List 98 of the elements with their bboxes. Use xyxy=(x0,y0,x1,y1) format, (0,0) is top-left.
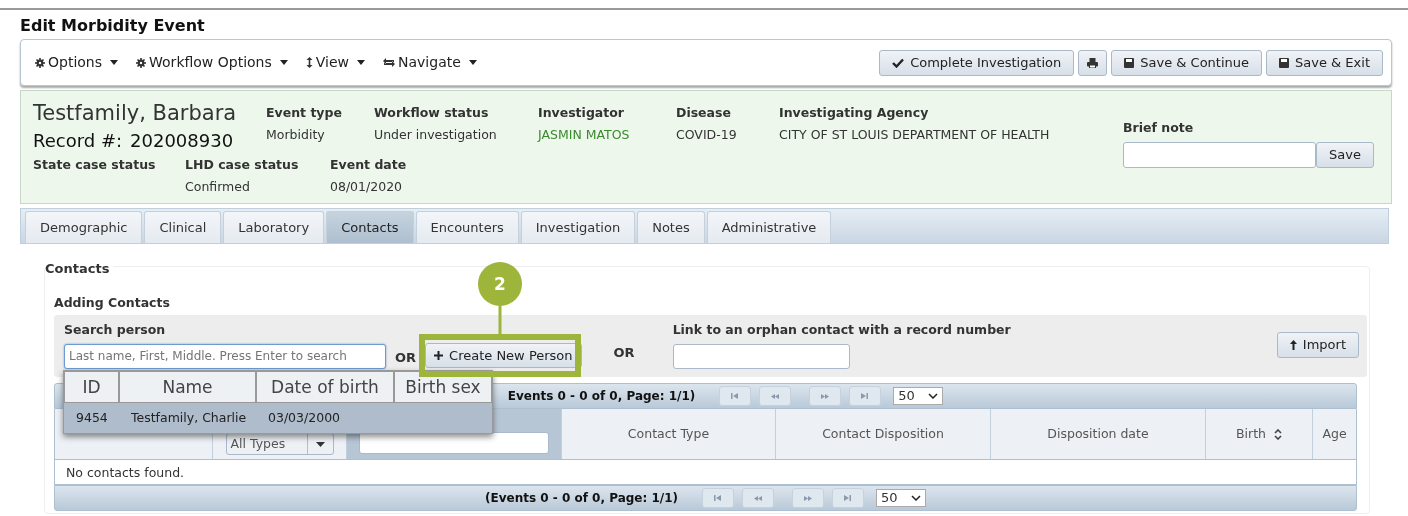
result-cell[interactable]: 03/03/2000 xyxy=(256,403,394,433)
investigator-name: JASMIN MATOS xyxy=(538,125,631,144)
record-number-field[interactable] xyxy=(672,343,850,369)
name-filter-field[interactable] xyxy=(359,432,549,454)
step-number: 2 xyxy=(493,273,507,296)
brief-note-field[interactable] xyxy=(1123,141,1316,168)
column-header: Date of birth xyxy=(256,371,394,403)
previous-page-button[interactable] xyxy=(759,386,792,406)
type-filter-select[interactable]: All Types xyxy=(225,433,334,455)
record-label: Record #: xyxy=(33,129,123,153)
page-size-select[interactable]: 50 xyxy=(876,489,926,507)
record-number: 202008930 xyxy=(130,129,234,153)
result-cell[interactable]: Testfamily, Charlie xyxy=(119,403,256,433)
first-page-icon xyxy=(714,494,722,502)
column-header[interactable]: Birth xyxy=(1206,409,1313,459)
tab[interactable]: Investigation xyxy=(520,211,636,243)
empty-message: No contacts found. xyxy=(66,465,185,480)
menu-button[interactable]: Workflow Options xyxy=(136,52,288,73)
column-header: Contact Type xyxy=(562,409,776,459)
import-button[interactable]: Import xyxy=(1276,332,1359,358)
pager-status: (Events 0 - 0 of 0, Page: 1/1) xyxy=(485,490,678,507)
patient-name: Testfamily, Barbara xyxy=(33,101,238,125)
field-label: Link to an orphan contact with a record number xyxy=(672,321,1011,339)
page-size-select[interactable]: 50 xyxy=(893,387,944,405)
first-page-button[interactable] xyxy=(702,488,734,508)
field-label: Search person xyxy=(64,321,167,339)
tab[interactable]: Clinical xyxy=(144,211,222,243)
field-label: LHD case status xyxy=(185,156,300,174)
tab[interactable]: Demographic xyxy=(25,211,143,243)
subsection-title: Adding Contacts xyxy=(54,295,171,311)
field-value: Confirmed xyxy=(185,177,251,196)
save-icon xyxy=(1279,57,1290,68)
print-icon xyxy=(1087,57,1099,68)
tab[interactable]: Contacts xyxy=(326,211,414,243)
tab[interactable]: Notes xyxy=(637,211,705,243)
previous-page-button[interactable] xyxy=(742,488,774,508)
chevron-down-icon xyxy=(911,495,921,501)
caret-down-icon xyxy=(315,441,325,447)
chevron-down-icon xyxy=(928,393,939,399)
last-page-icon xyxy=(861,392,870,400)
sort-icon xyxy=(1274,428,1282,440)
field-value: 08/01/2020 xyxy=(330,177,404,196)
column-header: Name xyxy=(119,371,256,403)
last-page-button[interactable] xyxy=(832,488,864,508)
tab[interactable]: Administrative xyxy=(706,211,832,243)
column-header: ID xyxy=(64,371,119,403)
column-header: Age xyxy=(1313,409,1356,459)
first-page-icon xyxy=(731,392,740,400)
pager-status: Events 0 - 0 of 0, Page: 1/1) xyxy=(507,388,696,405)
last-page-button[interactable] xyxy=(849,386,882,406)
complete-button[interactable]: Complete Investigation xyxy=(879,49,1075,76)
gear-icon xyxy=(35,57,45,68)
column-header: Disposition date xyxy=(991,409,1206,459)
next-page-button[interactable] xyxy=(809,386,842,406)
next-icon xyxy=(804,494,812,502)
field-value: COVID-19 xyxy=(676,125,738,144)
up-down-arrow-icon xyxy=(305,57,313,68)
tab[interactable]: Encounters xyxy=(415,211,519,243)
previous-icon xyxy=(754,494,762,502)
field-label: State case status xyxy=(33,156,157,174)
swap-arrows-icon xyxy=(383,58,396,67)
field-label: Investigator xyxy=(538,104,625,122)
field-label: Workflow status xyxy=(374,104,490,122)
step-badge xyxy=(478,262,522,306)
brief-note-label: Brief note xyxy=(1123,119,1195,137)
page-title: Edit Morbidity Event xyxy=(20,16,206,36)
search-field[interactable]: Last name, First, Middle. Press Enter to search xyxy=(64,343,386,369)
save-icon xyxy=(1124,57,1135,68)
menu-button[interactable]: Navigate xyxy=(383,52,477,73)
check-icon xyxy=(892,57,905,68)
column-header: Contact Disposition xyxy=(776,409,991,459)
next-page-button[interactable] xyxy=(792,488,824,508)
field-value: Under investigation xyxy=(374,125,498,144)
save-button[interactable]: Save & Continue xyxy=(1111,49,1263,76)
menu-button[interactable]: Options xyxy=(35,52,119,73)
or-label: OR xyxy=(613,344,635,362)
menu-button[interactable]: View xyxy=(305,52,366,73)
field-value: Morbidity xyxy=(266,125,326,144)
field-value: CITY OF ST LOUIS DEPARTMENT OF HEALTH xyxy=(779,125,1051,144)
result-cell[interactable] xyxy=(394,403,492,433)
save-button[interactable]: Save & Exit xyxy=(1266,49,1383,76)
save-note-button[interactable]: Save xyxy=(1316,141,1374,168)
field-label: Event date xyxy=(330,156,408,174)
field-label: Event type xyxy=(266,104,343,122)
plus-icon xyxy=(434,351,444,360)
or-label: OR xyxy=(395,349,417,367)
result-cell[interactable]: 9454 xyxy=(64,403,119,433)
tab[interactable]: Laboratory xyxy=(223,211,325,243)
field-label: Disease xyxy=(676,104,732,122)
previous-icon xyxy=(771,392,780,400)
create-person-button[interactable]: Create New Person xyxy=(425,343,582,368)
field-label: Investigating Agency xyxy=(779,104,930,122)
first-page-button[interactable] xyxy=(719,386,752,406)
next-icon xyxy=(821,392,830,400)
last-page-icon xyxy=(844,494,852,502)
up-arrow-icon xyxy=(1289,340,1297,350)
gear-icon xyxy=(136,57,147,68)
print-button[interactable] xyxy=(1078,49,1108,76)
